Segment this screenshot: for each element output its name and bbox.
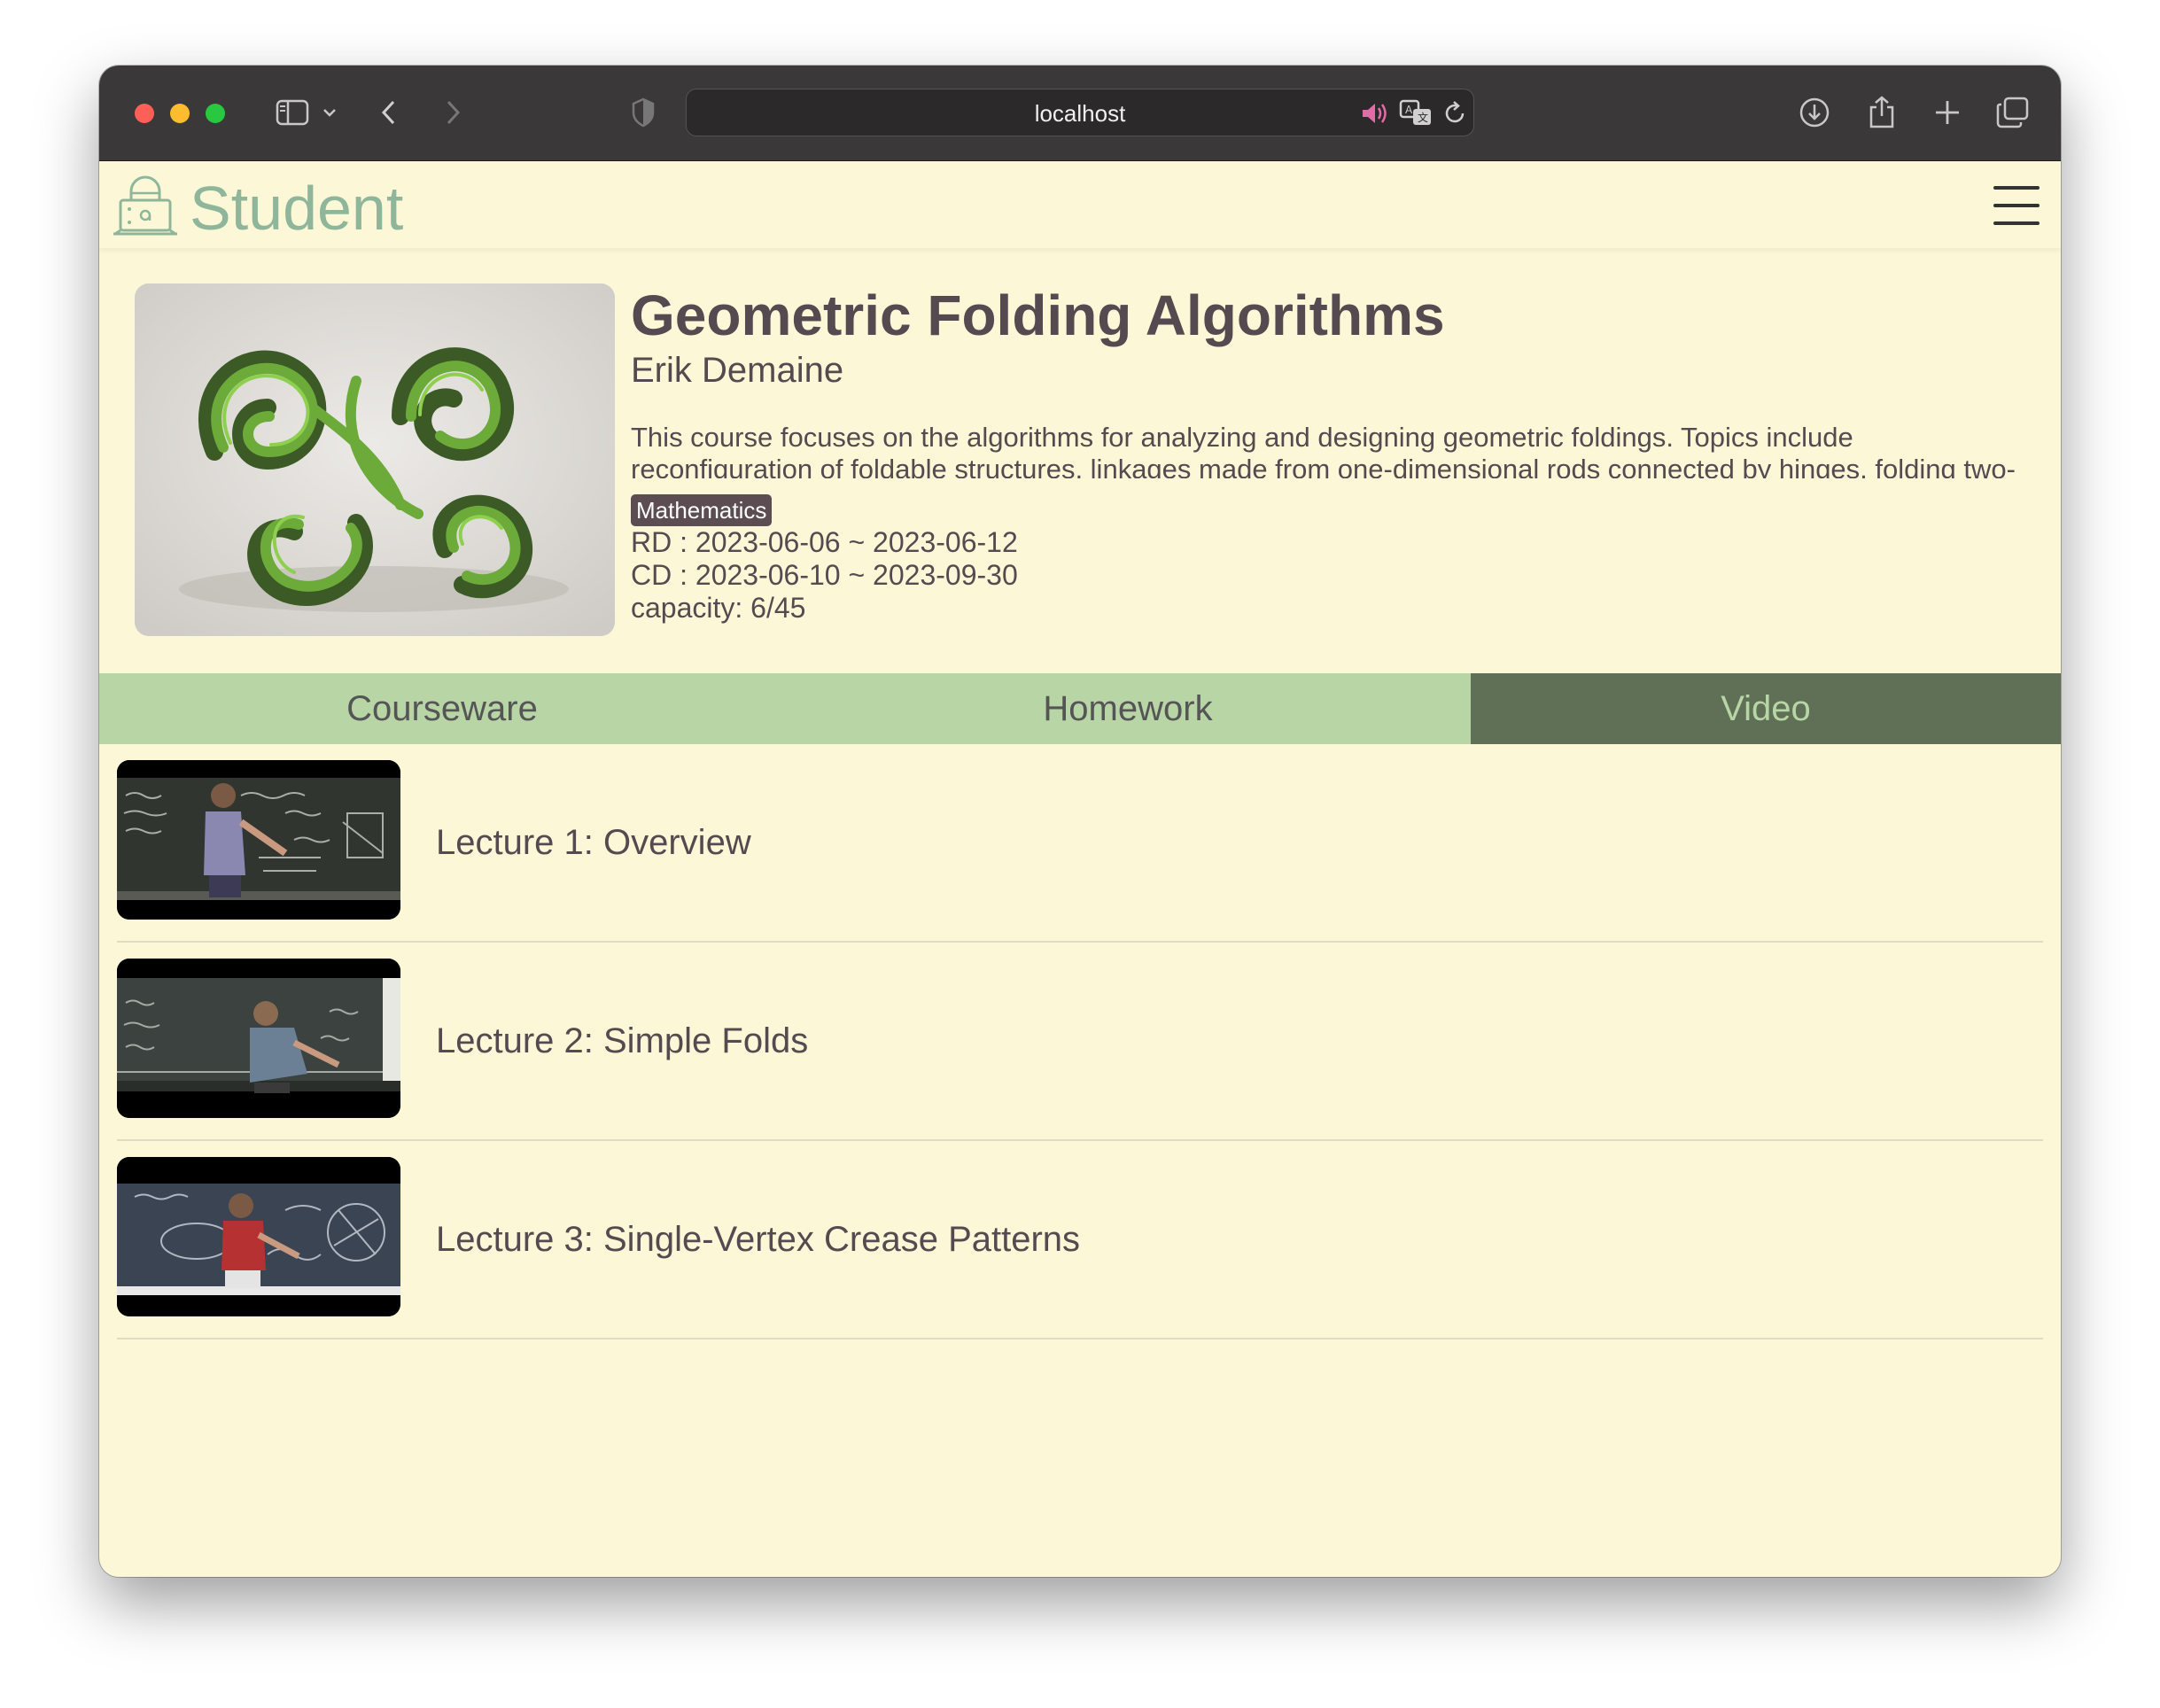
back-icon[interactable] [376, 90, 402, 135]
course-info: Geometric Folding Algorithms Erik Demain… [631, 282, 2031, 625]
registration-dates: RD : 2023-06-06 ~ 2023-06-12 [631, 526, 1018, 558]
video-thumbnail[interactable] [117, 760, 400, 920]
tab-courseware[interactable]: Courseware [99, 673, 785, 744]
course-teacher: Erik Demaine [631, 351, 844, 390]
course-tabs: Courseware Homework Video [99, 673, 2061, 744]
reload-icon[interactable] [1441, 100, 1468, 131]
video-thumbnail[interactable] [117, 959, 400, 1118]
new-tab-icon[interactable] [1930, 90, 1965, 135]
svg-text:A: A [1405, 104, 1413, 116]
brand[interactable]: Student [112, 174, 403, 242]
tab-video[interactable]: Video [1471, 673, 2061, 744]
video-title[interactable]: Lecture 3: Single-Vertex Crease Patterns [436, 1141, 1080, 1338]
brand-name: Student [190, 173, 404, 243]
video-item[interactable]: Lecture 1: Overview [117, 744, 2043, 943]
video-title[interactable]: Lecture 1: Overview [436, 744, 751, 941]
video-item[interactable]: Lecture 3: Single-Vertex Crease Patterns [117, 1141, 2043, 1339]
course-capacity: capacity: 6/45 [631, 592, 806, 624]
video-title[interactable]: Lecture 2: Simple Folds [436, 943, 808, 1139]
course-description: This course focuses on the algorithms fo… [631, 422, 2016, 478]
maximize-window-button[interactable] [206, 104, 225, 123]
shield-icon[interactable] [627, 90, 659, 135]
browser-window: localhost A文 Student Geometric Folding A… [99, 66, 2061, 1577]
subject-tag: Mathematics [631, 494, 773, 526]
download-icon[interactable] [1797, 90, 1832, 135]
share-icon[interactable] [1864, 90, 1900, 135]
course-dates: CD : 2023-06-10 ~ 2023-09-30 [631, 559, 1018, 591]
close-window-button[interactable] [135, 104, 154, 123]
tab-homework[interactable]: Homework [785, 673, 1471, 744]
forward-icon[interactable] [439, 90, 466, 135]
lock-icon [112, 174, 179, 242]
minimize-window-button[interactable] [170, 104, 190, 123]
app-header: Student [99, 161, 2061, 248]
video-item[interactable]: Lecture 2: Simple Folds [117, 943, 2043, 1141]
hamburger-menu-icon[interactable] [1993, 186, 2040, 225]
course-title: Geometric Folding Algorithms [631, 283, 1445, 347]
address-bar[interactable]: localhost A文 [686, 89, 1474, 136]
speaker-icon[interactable] [1360, 100, 1390, 131]
sidebar-icon[interactable] [273, 90, 312, 135]
tabs-overview-icon[interactable] [1993, 90, 2032, 135]
svg-text:文: 文 [1418, 111, 1428, 124]
translate-icon[interactable]: A文 [1399, 98, 1434, 133]
video-list: Lecture 1: Overview Lecture 2: Simple Fo… [117, 744, 2043, 1339]
chevron-down-icon[interactable] [319, 90, 340, 135]
video-thumbnail[interactable] [117, 1157, 400, 1316]
browser-toolbar: localhost A文 [99, 66, 2061, 161]
url-text: localhost [1034, 100, 1126, 127]
course-cover-image [135, 283, 615, 636]
